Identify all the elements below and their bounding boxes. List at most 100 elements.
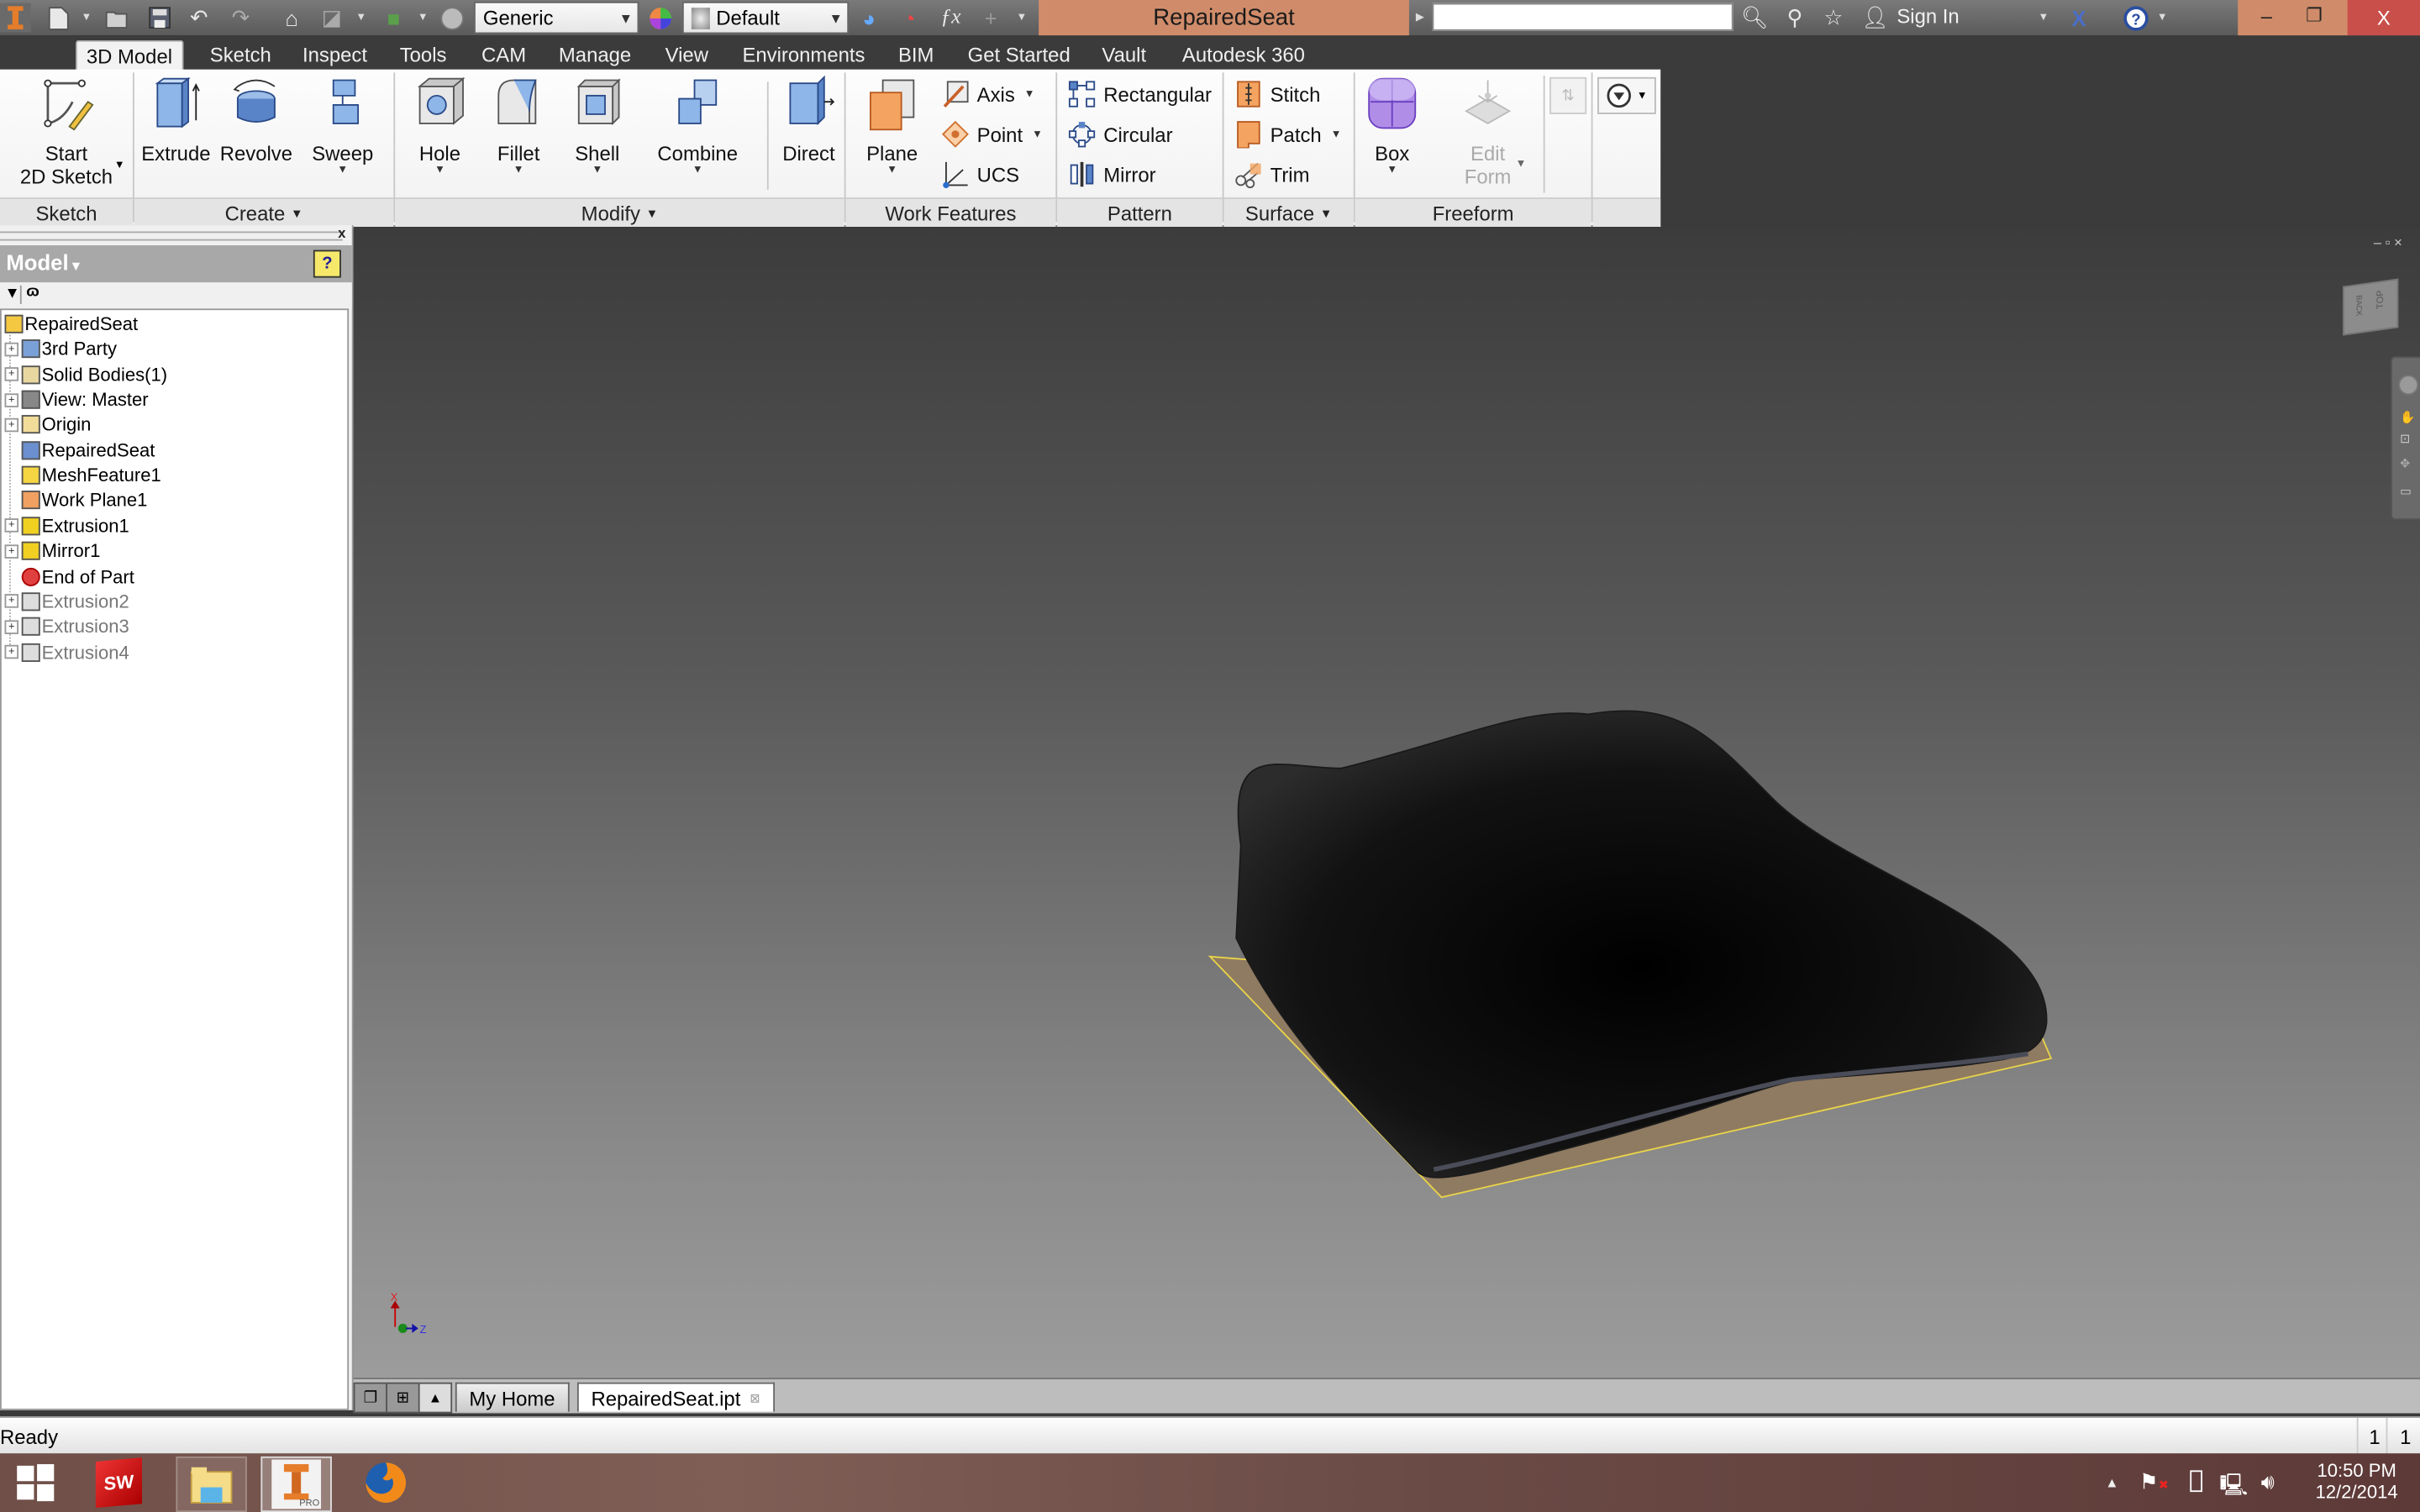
open-documents-button[interactable]: ▲ [418,1382,453,1414]
tab-tools[interactable]: Tools [391,40,456,70]
fillet-dropdown-arrow[interactable]: ▼ [513,165,524,176]
tab-environments[interactable]: Environments [733,40,874,70]
zoom-icon[interactable]: ⊡ [2400,432,2410,446]
clock[interactable]: 10:50 PM 12/2/2014 [2311,1460,2403,1503]
circular-pattern-button[interactable]: Circular [1068,118,1173,151]
restore-button[interactable]: ❐ [2306,5,2323,27]
sign-in-dropdown[interactable]: ▼ [2037,6,2049,28]
favorites-button[interactable]: ☆ [1818,3,1849,33]
select-button[interactable]: ■ [378,3,409,33]
tab-3d-model[interactable]: 3D Model [75,39,183,71]
edit-form-button[interactable]: Edit Form [1454,74,1522,188]
communication-center-button[interactable]: ⚲ [1780,3,1811,33]
tree-node[interactable]: +End of Part [5,564,134,588]
tab-view[interactable]: View [656,40,718,70]
axis-dropdown-arrow[interactable]: ▼ [1024,89,1035,100]
graphics-viewport[interactable]: – ▫ × TOP BACK ✋ ⊡ ✥ ▭ X Z [353,228,2420,1378]
tree-node[interactable]: + Extrusion3 [4,614,129,638]
customize-qat-dropdown[interactable]: ▼ [1016,6,1028,28]
new-file-button[interactable] [43,3,74,33]
home-button[interactable]: ⌂ [276,3,308,33]
doc-tab-my-home[interactable]: My Home [455,1382,570,1412]
tab-get-started[interactable]: Get Started [959,40,1080,70]
fillet-button[interactable]: Fillet ▼ [483,74,554,176]
stitch-button[interactable]: Stitch [1234,77,1320,111]
freeform-box-button[interactable]: Box ▼ [1361,74,1423,176]
tile-windows-button[interactable]: ⊞ [386,1382,420,1414]
expand-toggle[interactable]: + [4,417,19,433]
tab-manage[interactable]: Manage [550,40,640,70]
tab-inspect[interactable]: Inspect [293,40,376,70]
point-button[interactable]: Point ▼ [941,118,1043,151]
adjust-appearance-button[interactable]: ◕ [854,3,885,33]
tree-node[interactable]: + Extrusion1 [4,513,129,538]
pan-hand-icon[interactable]: ✋ [2400,411,2415,425]
viewcube-face-top[interactable]: TOP [2377,289,2386,309]
redo-button[interactable]: ↷ [225,3,256,33]
tab-cam[interactable]: CAM [472,40,535,70]
sweep-dropdown-arrow[interactable]: ▼ [337,165,348,176]
steering-wheel-button[interactable] [2398,375,2419,396]
tree-node[interactable]: +3rd Party [4,337,117,361]
point-dropdown-arrow[interactable]: ▼ [1032,129,1043,139]
panel-overflow-button[interactable]: ▼ [1597,76,1656,114]
info-center-expander[interactable]: ▶ [1413,6,1426,28]
browser-help-button[interactable]: ? [313,249,341,278]
panel-label-create[interactable]: Create ▼ [134,197,394,227]
start-button[interactable] [6,1457,65,1509]
clear-appearance-button[interactable]: ◔ [893,3,924,33]
trim-button[interactable]: Trim [1234,157,1309,191]
battery-icon[interactable] [2190,1470,2203,1493]
browser-grip-handle[interactable] [0,231,343,241]
help-button[interactable]: ? [2121,3,2152,33]
sketch-dropdown-arrow[interactable]: ▼ [114,160,125,171]
tab-sketch[interactable]: Sketch [201,40,281,70]
expand-toggle[interactable]: + [4,392,19,407]
hole-dropdown-arrow[interactable]: ▼ [434,165,445,176]
axis-button[interactable]: Axis ▼ [941,77,1035,111]
taskbar-firefox[interactable] [356,1457,415,1509]
exchange-apps-button[interactable]: X [2064,3,2095,33]
revolve-button[interactable]: Revolve [216,74,297,165]
cascade-windows-button[interactable]: ❐ [353,1382,388,1414]
undo-button[interactable]: ↶ [184,3,215,33]
box-dropdown-arrow[interactable]: ▼ [1386,165,1397,176]
expand-toggle[interactable]: + [4,619,19,634]
inventor-app-menu-button[interactable] [0,3,31,33]
material-combo[interactable]: Generic ▼ [473,1,639,34]
tree-node[interactable]: + Solid Bodies(1) [4,362,167,386]
parameters-button[interactable]: ƒx [935,3,966,33]
minimize-button[interactable]: – [2261,5,2272,29]
sweep-button[interactable]: Sweep ▼ [302,74,383,176]
start-2d-sketch-button[interactable]: Start 2D Sketch [13,74,121,188]
taskbar-solidworks[interactable]: SW [90,1457,149,1509]
look-at-icon[interactable]: ▭ [2400,485,2412,499]
tab-autodesk-360[interactable]: Autodesk 360 [1173,40,1314,70]
mirror-button[interactable]: Mirror [1068,157,1156,191]
tree-node[interactable]: +RepairedSeat [5,438,155,462]
open-button[interactable] [102,3,133,33]
convert-to-freeform-button[interactable]: ⇅ [1549,76,1587,114]
search-input[interactable] [1432,3,1733,31]
plane-dropdown-arrow[interactable]: ▼ [886,165,897,176]
panel-label-surface[interactable]: Surface ▼ [1223,197,1354,227]
appearance-combo[interactable]: Default ▼ [681,1,850,34]
action-center-flag-icon[interactable]: ⚑✖ [2139,1469,2169,1495]
ucs-button[interactable]: UCS [941,157,1019,191]
hole-button[interactable]: Hole ▼ [404,74,475,176]
expand-toggle[interactable]: + [4,594,19,609]
seat-mesh-model[interactable] [1235,710,2048,1179]
ilogic-button[interactable]: + [976,3,1007,33]
search-button[interactable]: 🔍︎ [1739,3,1770,33]
taskbar-file-explorer[interactable] [176,1456,247,1512]
taskbar-inventor-pro[interactable]: PRO [260,1456,332,1512]
filter-icon[interactable]: ▼ [5,286,20,302]
close-button[interactable]: X [2347,0,2420,36]
shell-dropdown-arrow[interactable]: ▼ [592,165,602,176]
viewcube-face-back[interactable]: BACK [2354,295,2363,318]
volume-icon[interactable]: 🔊︎ [2261,1469,2275,1495]
close-tab-icon[interactable]: ⊠ [750,1391,760,1405]
tree-node[interactable]: + Extrusion4 [4,639,129,664]
tree-node[interactable]: +MeshFeature1 [5,463,161,487]
viewcube[interactable]: TOP BACK [2343,278,2399,336]
